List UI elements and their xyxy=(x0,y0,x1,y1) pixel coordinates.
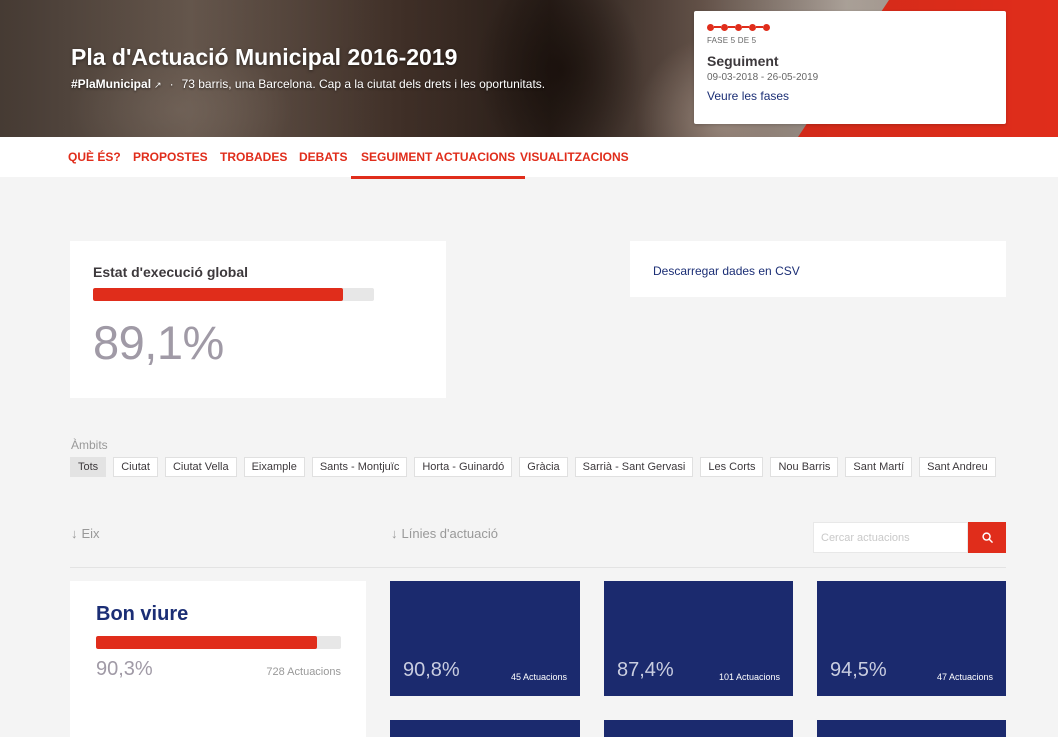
search-input[interactable] xyxy=(813,522,968,553)
line-count: 45 Actuacions xyxy=(510,672,567,682)
line-count: 47 Actuacions xyxy=(936,672,993,682)
execution-progress-fill xyxy=(93,288,344,301)
line-tile[interactable]: 90,8% 45 Actuacions xyxy=(390,581,580,696)
divider xyxy=(70,567,1006,568)
search-box xyxy=(813,522,1006,553)
csv-download-card: Descarregar dades en CSV xyxy=(630,241,1006,297)
execution-progress-bar xyxy=(93,288,374,301)
filter-les-corts[interactable]: Les Corts xyxy=(700,457,764,477)
tab-seguiment-actuacions[interactable]: SEGUIMENT ACTUACIONS xyxy=(350,150,526,179)
line-percentage: 94,5% xyxy=(830,659,887,681)
phase-card: FASE 5 DE 5 Seguiment 09-03-2018 - 26-05… xyxy=(694,11,1006,124)
sort-linies[interactable]: ↓ Línies d'actuació xyxy=(391,526,498,541)
filter-sant-marti[interactable]: Sant Martí xyxy=(845,457,913,477)
filter-nou-barris[interactable]: Nou Barris xyxy=(770,457,839,477)
sort-linies-label: Línies d'actuació xyxy=(401,526,498,541)
execution-percentage: 89,1% xyxy=(93,316,224,369)
tab-visualitzacions[interactable]: VISUALITZACIONS xyxy=(520,150,629,164)
phase-progress-dots xyxy=(707,23,993,31)
filter-sants-montjuic[interactable]: Sants - Montjuïc xyxy=(311,457,408,477)
sort-eix-label: Eix xyxy=(81,526,100,541)
eix-title: Bon viure xyxy=(96,603,189,625)
phase-name: Seguiment xyxy=(707,53,779,69)
ambits-label: Àmbits xyxy=(71,438,108,452)
filter-sant-andreu[interactable]: Sant Andreu xyxy=(919,457,996,477)
sort-eix[interactable]: ↓ Eix xyxy=(71,526,100,541)
hero-description: 73 barris, una Barcelona. Cap a la ciuta… xyxy=(181,77,546,91)
eix-progress-bar xyxy=(96,636,341,649)
global-execution-card: Estat d'execució global 89,1% xyxy=(70,241,446,398)
line-tile[interactable]: 94,5% 47 Actuacions xyxy=(817,581,1006,696)
execution-title: Estat d'execució global xyxy=(93,264,249,280)
phase-number: FASE 5 DE 5 xyxy=(707,36,757,45)
arrow-down-icon: ↓ xyxy=(391,526,398,541)
eix-card[interactable]: Bon viure 90,3% 728 Actuacions xyxy=(70,581,366,737)
phase-dot xyxy=(749,23,756,31)
arrow-down-icon: ↓ xyxy=(71,526,78,541)
phase-dot xyxy=(735,23,742,31)
eix-progress-fill xyxy=(96,636,318,649)
tab-debats[interactable]: DEBATS xyxy=(299,150,347,164)
line-tile[interactable]: 87,4% 101 Actuacions xyxy=(604,581,793,696)
phase-dates: 09-03-2018 - 26-05-2019 xyxy=(707,72,819,83)
eix-percentage: 90,3% xyxy=(96,658,153,680)
tab-que-es[interactable]: QUÈ ÉS? xyxy=(68,150,121,164)
process-tabs: QUÈ ÉS? PROPOSTES TROBADES DEBATS SEGUIM… xyxy=(0,137,1058,179)
filter-tots[interactable]: Tots xyxy=(70,457,107,477)
filter-horta-guinardo[interactable]: Horta - Guinardó xyxy=(414,457,513,477)
phase-dot xyxy=(721,23,728,31)
tab-propostes[interactable]: PROPOSTES xyxy=(133,150,208,164)
page-title: Pla d'Actuació Municipal 2016-2019 xyxy=(71,44,458,70)
view-phases-link[interactable]: Veure les fases xyxy=(707,89,789,103)
search-icon xyxy=(981,532,993,543)
filter-ciutat[interactable]: Ciutat xyxy=(113,457,158,477)
phase-dot xyxy=(763,23,770,31)
line-tile[interactable] xyxy=(817,720,1006,737)
hero-subtitle: #PlaMunicipal ↗ · 73 barris, una Barcelona.… xyxy=(71,77,545,91)
line-tile[interactable] xyxy=(604,720,793,737)
separator-dot: · xyxy=(169,77,174,91)
phase-dot xyxy=(707,23,714,31)
eix-count: 728 Actuacions xyxy=(266,666,341,678)
filter-ciutat-vella[interactable]: Ciutat Vella xyxy=(164,457,237,477)
download-csv-link[interactable]: Descarregar dades en CSV xyxy=(653,264,800,278)
line-percentage: 90,8% xyxy=(403,659,460,681)
filter-sarria-sant-gervasi[interactable]: Sarrià - Sant Gervasi xyxy=(574,457,694,477)
line-tile[interactable] xyxy=(390,720,580,737)
line-count: 101 Actuacions xyxy=(718,672,780,682)
filter-eixample[interactable]: Eixample xyxy=(243,457,305,477)
search-button[interactable] xyxy=(968,522,1006,553)
hero-banner: Pla d'Actuació Municipal 2016-2019 #PlaM… xyxy=(0,0,1058,137)
external-link-icon: ↗ xyxy=(154,80,162,90)
ambits-filter-bar: Tots Ciutat Ciutat Vella Eixample Sants … xyxy=(70,457,996,477)
tab-trobades[interactable]: TROBADES xyxy=(220,150,287,164)
hashtag-link[interactable]: #PlaMunicipal xyxy=(71,77,151,91)
line-percentage: 87,4% xyxy=(617,659,674,681)
filter-gracia[interactable]: Gràcia xyxy=(519,457,568,477)
